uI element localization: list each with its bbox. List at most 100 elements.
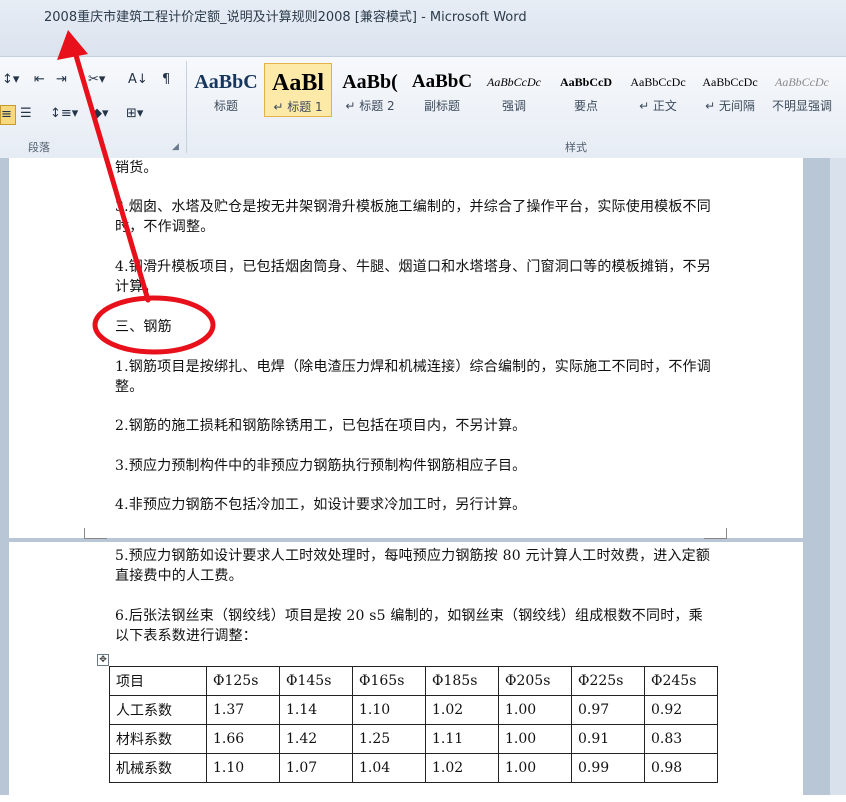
table-cell: 机械系数 xyxy=(109,753,207,783)
style-normal[interactable]: AaBbCcDc ↵ 正文 xyxy=(624,63,692,117)
style-title[interactable]: AaBbC 标题 xyxy=(192,63,260,117)
table-cell: Φ165s xyxy=(352,666,426,696)
table-cell: 1.02 xyxy=(425,753,499,783)
style-preview: AaBbC xyxy=(411,71,473,92)
table-cell: 项目 xyxy=(109,666,207,696)
styles-group-label: 样式 xyxy=(565,141,587,154)
table-cell: Φ185s xyxy=(425,666,499,696)
group-separator xyxy=(186,61,187,153)
vertical-scrollbar[interactable] xyxy=(830,158,846,795)
table-row: 机械系数 1.10 1.07 1.04 1.02 1.00 0.99 0.98 xyxy=(109,753,718,783)
paragraph: 4.非预应力钢筋不包括冷加工，如设计要求冷加工时，另行计算。 xyxy=(115,497,527,513)
table-cell: 1.00 xyxy=(498,724,572,754)
style-preview: AaBbCcDc xyxy=(487,75,541,89)
style-preview: AaBl xyxy=(271,70,324,96)
table-cell: 0.98 xyxy=(644,753,718,783)
dialog-launcher-icon[interactable]: ◢ xyxy=(172,142,179,152)
show-marks-button[interactable]: ¶ xyxy=(162,71,170,89)
table-cell: 1.11 xyxy=(425,724,499,754)
paragraph: 4.钢滑升模板项目，已包括烟囱筒身、牛腿、烟道口和水塔塔身、门窗洞口等的模板摊销… xyxy=(115,259,711,295)
document-area: 销货。 3.烟囱、水塔及贮仓是按无井架钢滑升模板施工编制的，并综合了操作平台，实… xyxy=(0,158,846,802)
paragraph: 6.后张法钢丝束（钢绞线）项目是按 20 s5 编制的，如钢丝束（钢绞线）组成根… xyxy=(115,608,703,644)
table-cell: 1.00 xyxy=(498,695,572,725)
line-spacing-button[interactable]: ↕≡▾ xyxy=(50,105,78,123)
document-page[interactable]: 销货。 3.烟囱、水塔及贮仓是按无井架钢滑升模板施工编制的，并综合了操作平台，实… xyxy=(9,158,803,538)
document-page[interactable]: 5.预应力钢筋如设计要求人工时效处理时，每吨预应力钢筋按 80 元计算人工时效费… xyxy=(9,542,803,802)
paragraph-group-label: 段落 xyxy=(28,141,50,154)
style-heading-1[interactable]: AaBl ↵ 标题 1 xyxy=(264,63,332,117)
style-preview: AaBbCcDc xyxy=(702,75,758,89)
table-cell: 1.66 xyxy=(206,724,280,754)
title-bar: 2008重庆市建筑工程计价定额_说明及计算规则2008 [兼容模式] - Mic… xyxy=(0,0,846,56)
style-subtitle[interactable]: AaBbC 副标题 xyxy=(408,63,476,117)
style-name: ↵ 标题 1 xyxy=(273,100,323,114)
table-move-handle-icon[interactable]: ✥ xyxy=(97,654,109,666)
table-cell: 1.37 xyxy=(206,695,280,725)
margin-mark xyxy=(84,528,107,539)
style-preview: AaBbCcD xyxy=(559,75,612,89)
margin-mark xyxy=(704,528,727,539)
style-name: 标题 xyxy=(213,99,238,113)
table-cell: 1.14 xyxy=(279,695,353,725)
style-preview: AaBb( xyxy=(342,71,398,93)
style-name: ↵ 无间隔 xyxy=(705,99,755,113)
distributed-button[interactable]: ☰ xyxy=(20,105,32,123)
window-title: 2008重庆市建筑工程计价定额_说明及计算规则2008 [兼容模式] - Mic… xyxy=(44,10,527,25)
table-cell: 1.10 xyxy=(206,753,280,783)
paragraph-fragment: 销货。 xyxy=(115,160,158,176)
style-name: ↵ 标题 2 xyxy=(345,99,395,113)
coefficient-table: 项目 Φ125s Φ145s Φ165s Φ185s Φ205s Φ225s Φ245s 人工系… xyxy=(109,666,718,783)
style-no-spacing[interactable]: AaBbCcDc ↵ 无间隔 xyxy=(696,63,764,117)
style-preview: AaBbCcDc xyxy=(775,75,829,89)
paragraph: 2.钢筋的施工损耗和钢筋除锈用工，已包括在项目内，不另计算。 xyxy=(115,418,527,434)
shading-button[interactable]: ◆▾ xyxy=(92,105,109,123)
paragraph: 5.预应力钢筋如设计要求人工时效处理时，每吨预应力钢筋按 80 元计算人工时效费… xyxy=(115,548,711,584)
style-subtle-emphasis[interactable]: AaBbCcDc 不明显强调 xyxy=(768,63,836,117)
table-cell: 人工系数 xyxy=(109,695,207,725)
table-cell: 1.10 xyxy=(352,695,426,725)
style-emphasis[interactable]: AaBbCcDc 强调 xyxy=(480,63,548,117)
style-name: 不明显强调 xyxy=(771,99,832,113)
style-preview: AaBbC xyxy=(194,71,258,93)
table-cell: 材料系数 xyxy=(109,724,207,754)
paragraph-group: ↕▾ ⇤ ⇥ ✂▾ A↓ ¶ ≡ ☰ ↕≡▾ ◆▾ ⊞▾ xyxy=(0,67,186,137)
section-heading: 三、钢筋 xyxy=(115,319,172,335)
table-cell: 1.04 xyxy=(352,753,426,783)
paragraph: 3.烟囱、水塔及贮仓是按无井架钢滑升模板施工编制的，并综合了操作平台，实际使用模… xyxy=(115,199,711,235)
borders-button[interactable]: ⊞▾ xyxy=(126,105,143,123)
ribbon: ↕▾ ⇤ ⇥ ✂▾ A↓ ¶ ≡ ☰ ↕≡▾ ◆▾ ⊞▾ 段落 ◢ AaBbC … xyxy=(0,56,846,159)
paragraph: 3.预应力预制构件中的非预应力钢筋执行预制构件钢筋相应子目。 xyxy=(115,458,527,474)
paragraph: 1.钢筋项目是按绑扎、电焊（除电渣压力焊和机械连接）综合编制的，实际施工不同时，… xyxy=(115,359,711,395)
table-cell: 1.02 xyxy=(425,695,499,725)
table-cell: 0.99 xyxy=(571,753,645,783)
table-cell: Φ205s xyxy=(498,666,572,696)
increase-indent-button[interactable]: ⇥ xyxy=(56,71,67,89)
style-preview: AaBbCcDc xyxy=(630,75,686,89)
table-cell: Φ225s xyxy=(571,666,645,696)
table-cell: 0.91 xyxy=(571,724,645,754)
table-cell: Φ125s xyxy=(206,666,280,696)
chinese-layout-button[interactable]: ✂▾ xyxy=(88,71,105,89)
decrease-indent-button[interactable]: ⇤ xyxy=(34,71,45,89)
table-cell: Φ145s xyxy=(279,666,353,696)
table-cell: 1.42 xyxy=(279,724,353,754)
style-name: ↵ 正文 xyxy=(639,99,677,113)
table-cell: Φ245s xyxy=(644,666,718,696)
style-strong[interactable]: AaBbCcD 要点 xyxy=(552,63,620,117)
table-row: 人工系数 1.37 1.14 1.10 1.02 1.00 0.97 0.92 xyxy=(109,695,718,725)
table-cell: 0.97 xyxy=(571,695,645,725)
table-cell: 1.25 xyxy=(352,724,426,754)
style-heading-2[interactable]: AaBb( ↵ 标题 2 xyxy=(336,63,404,117)
align-justify-button[interactable]: ≡ xyxy=(0,105,16,125)
table-header-row: 项目 Φ125s Φ145s Φ165s Φ185s Φ205s Φ225s Φ245s xyxy=(109,666,718,696)
table-cell: 1.00 xyxy=(498,753,572,783)
style-name: 要点 xyxy=(573,99,598,113)
styles-gallery: AaBbC 标题 AaBl ↵ 标题 1 AaBb( ↵ 标题 2 AaBbC … xyxy=(192,63,846,123)
style-name: 强调 xyxy=(501,99,526,113)
multilevel-list-button[interactable]: ↕▾ xyxy=(2,71,19,89)
table-cell: 1.07 xyxy=(279,753,353,783)
style-name: 副标题 xyxy=(423,99,460,113)
table-row: 材料系数 1.66 1.42 1.25 1.11 1.00 0.91 0.83 xyxy=(109,724,718,754)
table-cell: 0.92 xyxy=(644,695,718,725)
sort-button[interactable]: A↓ xyxy=(128,71,148,89)
